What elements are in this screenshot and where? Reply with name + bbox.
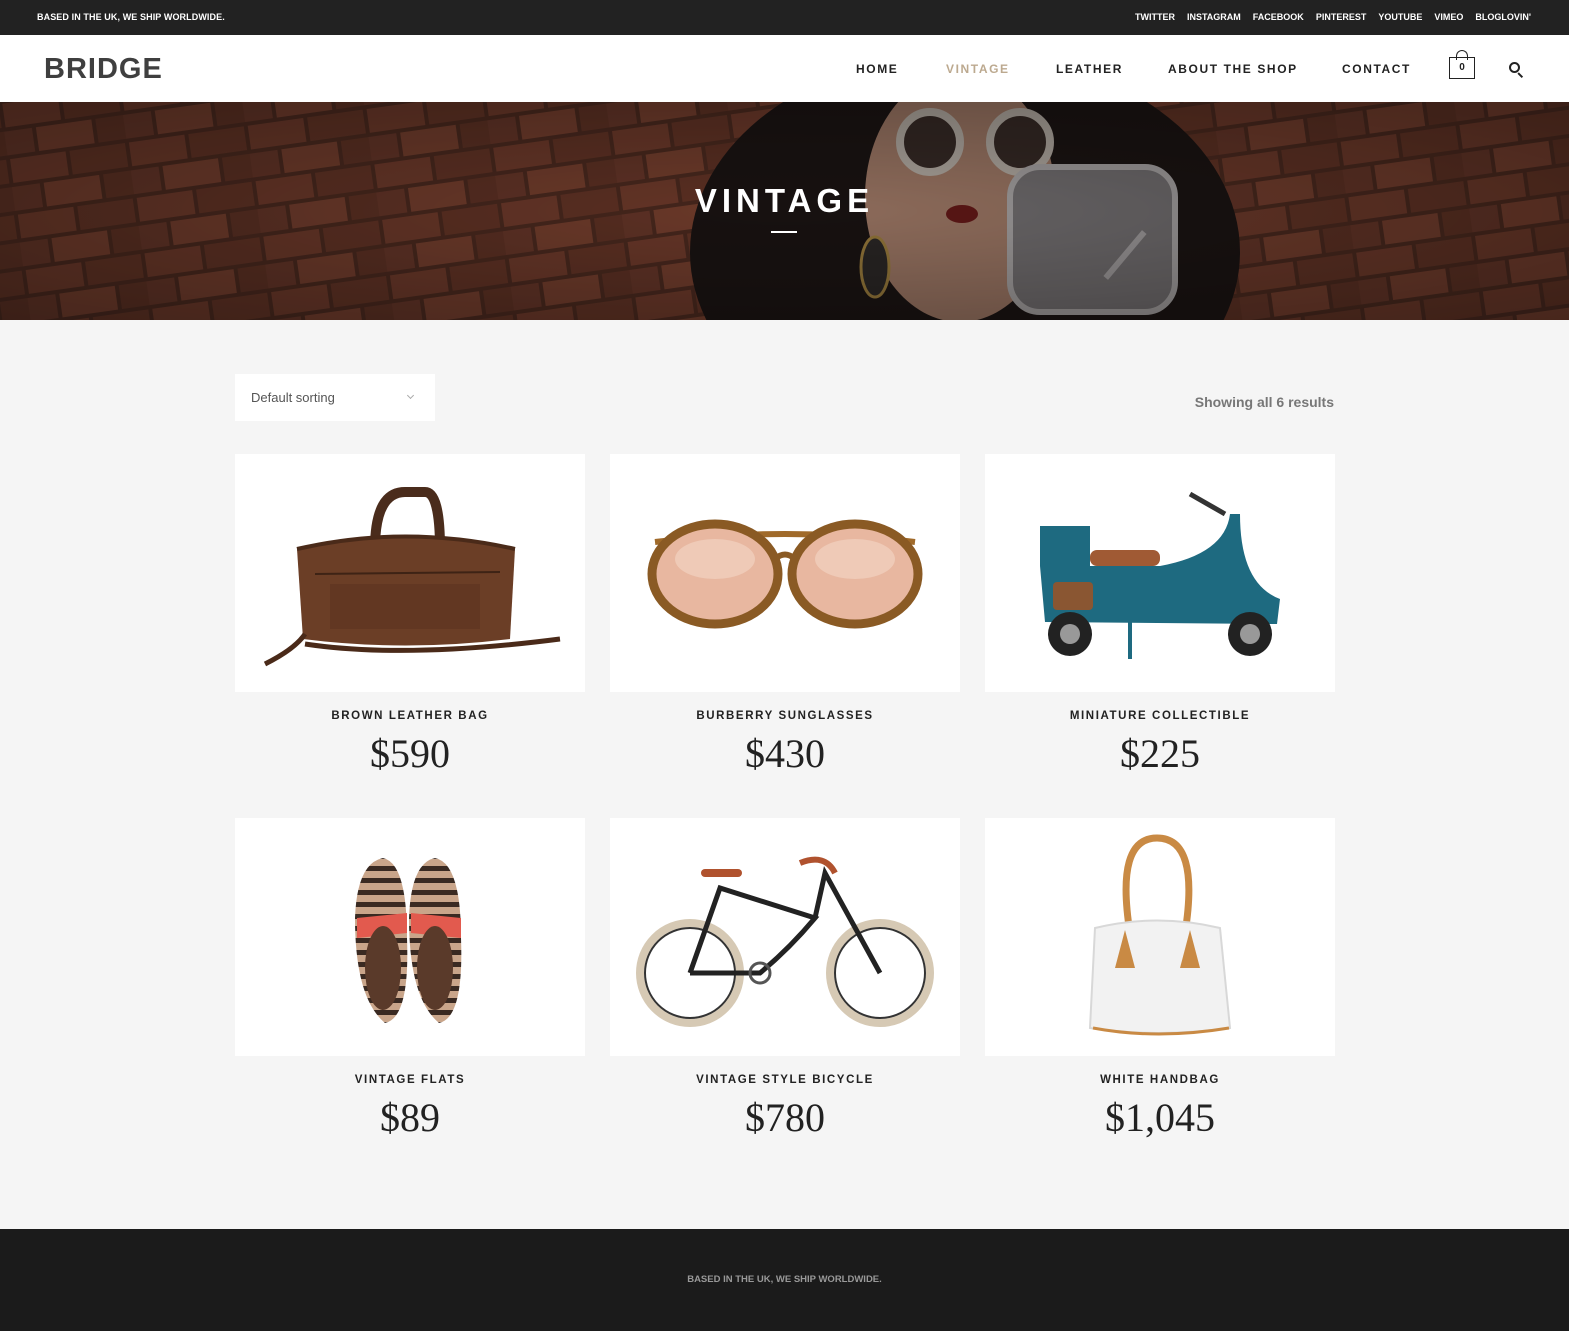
- product-price: $780: [745, 1095, 825, 1140]
- product-image[interactable]: [610, 818, 960, 1056]
- product-price: $430: [745, 731, 825, 776]
- footer-tagline: BASED IN THE UK, WE SHIP WORLDWIDE.: [687, 1274, 882, 1285]
- cart-button[interactable]: 0: [1449, 50, 1475, 80]
- social-link-facebook[interactable]: FACEBOOK: [1253, 12, 1304, 22]
- social-link-pinterest[interactable]: PINTEREST: [1316, 12, 1367, 22]
- product-image[interactable]: [985, 454, 1335, 692]
- product-name[interactable]: WHITE HANDBAG: [985, 1074, 1335, 1086]
- main-nav: HOME VINTAGE LEATHER ABOUT THE SHOP CONT…: [0, 62, 1569, 76]
- flats-icon: [355, 858, 462, 1023]
- bicycle-icon: [636, 856, 934, 1027]
- product-name[interactable]: MINIATURE COLLECTIBLE: [985, 710, 1335, 722]
- nav-item-vintage[interactable]: VINTAGE: [946, 62, 1010, 76]
- product-name[interactable]: VINTAGE FLATS: [235, 1074, 585, 1086]
- scooter-icon: [1040, 491, 1280, 659]
- product-price: $1,045: [1105, 1095, 1215, 1140]
- handbag-icon: [1088, 834, 1232, 1036]
- top-bar: BASED IN THE UK, WE SHIP WORLDWIDE. TWIT…: [0, 0, 1569, 35]
- product-image[interactable]: [610, 454, 960, 692]
- social-link-vimeo[interactable]: VIMEO: [1434, 12, 1463, 22]
- sort-select-value: Default sorting: [251, 390, 335, 405]
- chevron-down-icon: [406, 391, 415, 400]
- social-links: TWITTER INSTAGRAM FACEBOOK PINTEREST YOU…: [1135, 12, 1531, 22]
- sunglasses-icon: [647, 519, 923, 629]
- nav-item-about[interactable]: ABOUT THE SHOP: [1168, 62, 1298, 76]
- search-button[interactable]: [1508, 61, 1524, 79]
- product-name[interactable]: BROWN LEATHER BAG: [235, 710, 585, 722]
- site-header: BRIDGE HOME VINTAGE LEATHER ABOUT THE SH…: [0, 35, 1569, 102]
- results-count: Showing all 6 results: [1194, 394, 1334, 410]
- top-bar-tagline: BASED IN THE UK, WE SHIP WORLDWIDE.: [37, 12, 225, 22]
- product-image[interactable]: [985, 818, 1335, 1056]
- nav-item-contact[interactable]: CONTACT: [1342, 62, 1411, 76]
- product-price: $590: [370, 731, 450, 776]
- nav-item-leather[interactable]: LEATHER: [1056, 62, 1123, 76]
- cart-count: 0: [1459, 62, 1465, 73]
- sort-select[interactable]: Default sorting: [235, 374, 435, 421]
- product-price: $89: [380, 1095, 440, 1140]
- page-title: VINTAGE: [694, 182, 875, 219]
- product-name[interactable]: BURBERRY SUNGLASSES: [610, 710, 960, 722]
- leather-bag-icon: [263, 487, 561, 667]
- search-icon-handle: [1517, 72, 1524, 79]
- site-footer: BASED IN THE UK, WE SHIP WORLDWIDE.: [0, 1229, 1569, 1331]
- product-price: $225: [1120, 731, 1200, 776]
- product-image[interactable]: [235, 818, 585, 1056]
- product-name[interactable]: VINTAGE STYLE BICYCLE: [610, 1074, 960, 1086]
- page-hero: VINTAGE: [0, 102, 1569, 320]
- social-link-twitter[interactable]: TWITTER: [1135, 12, 1175, 22]
- nav-item-home[interactable]: HOME: [856, 62, 898, 76]
- title-separator: [771, 231, 797, 233]
- social-link-instagram[interactable]: INSTAGRAM: [1187, 12, 1241, 22]
- product-image[interactable]: [235, 454, 585, 692]
- social-link-bloglovin[interactable]: BLOGLOVIN': [1475, 12, 1531, 22]
- social-link-youtube[interactable]: YOUTUBE: [1378, 12, 1422, 22]
